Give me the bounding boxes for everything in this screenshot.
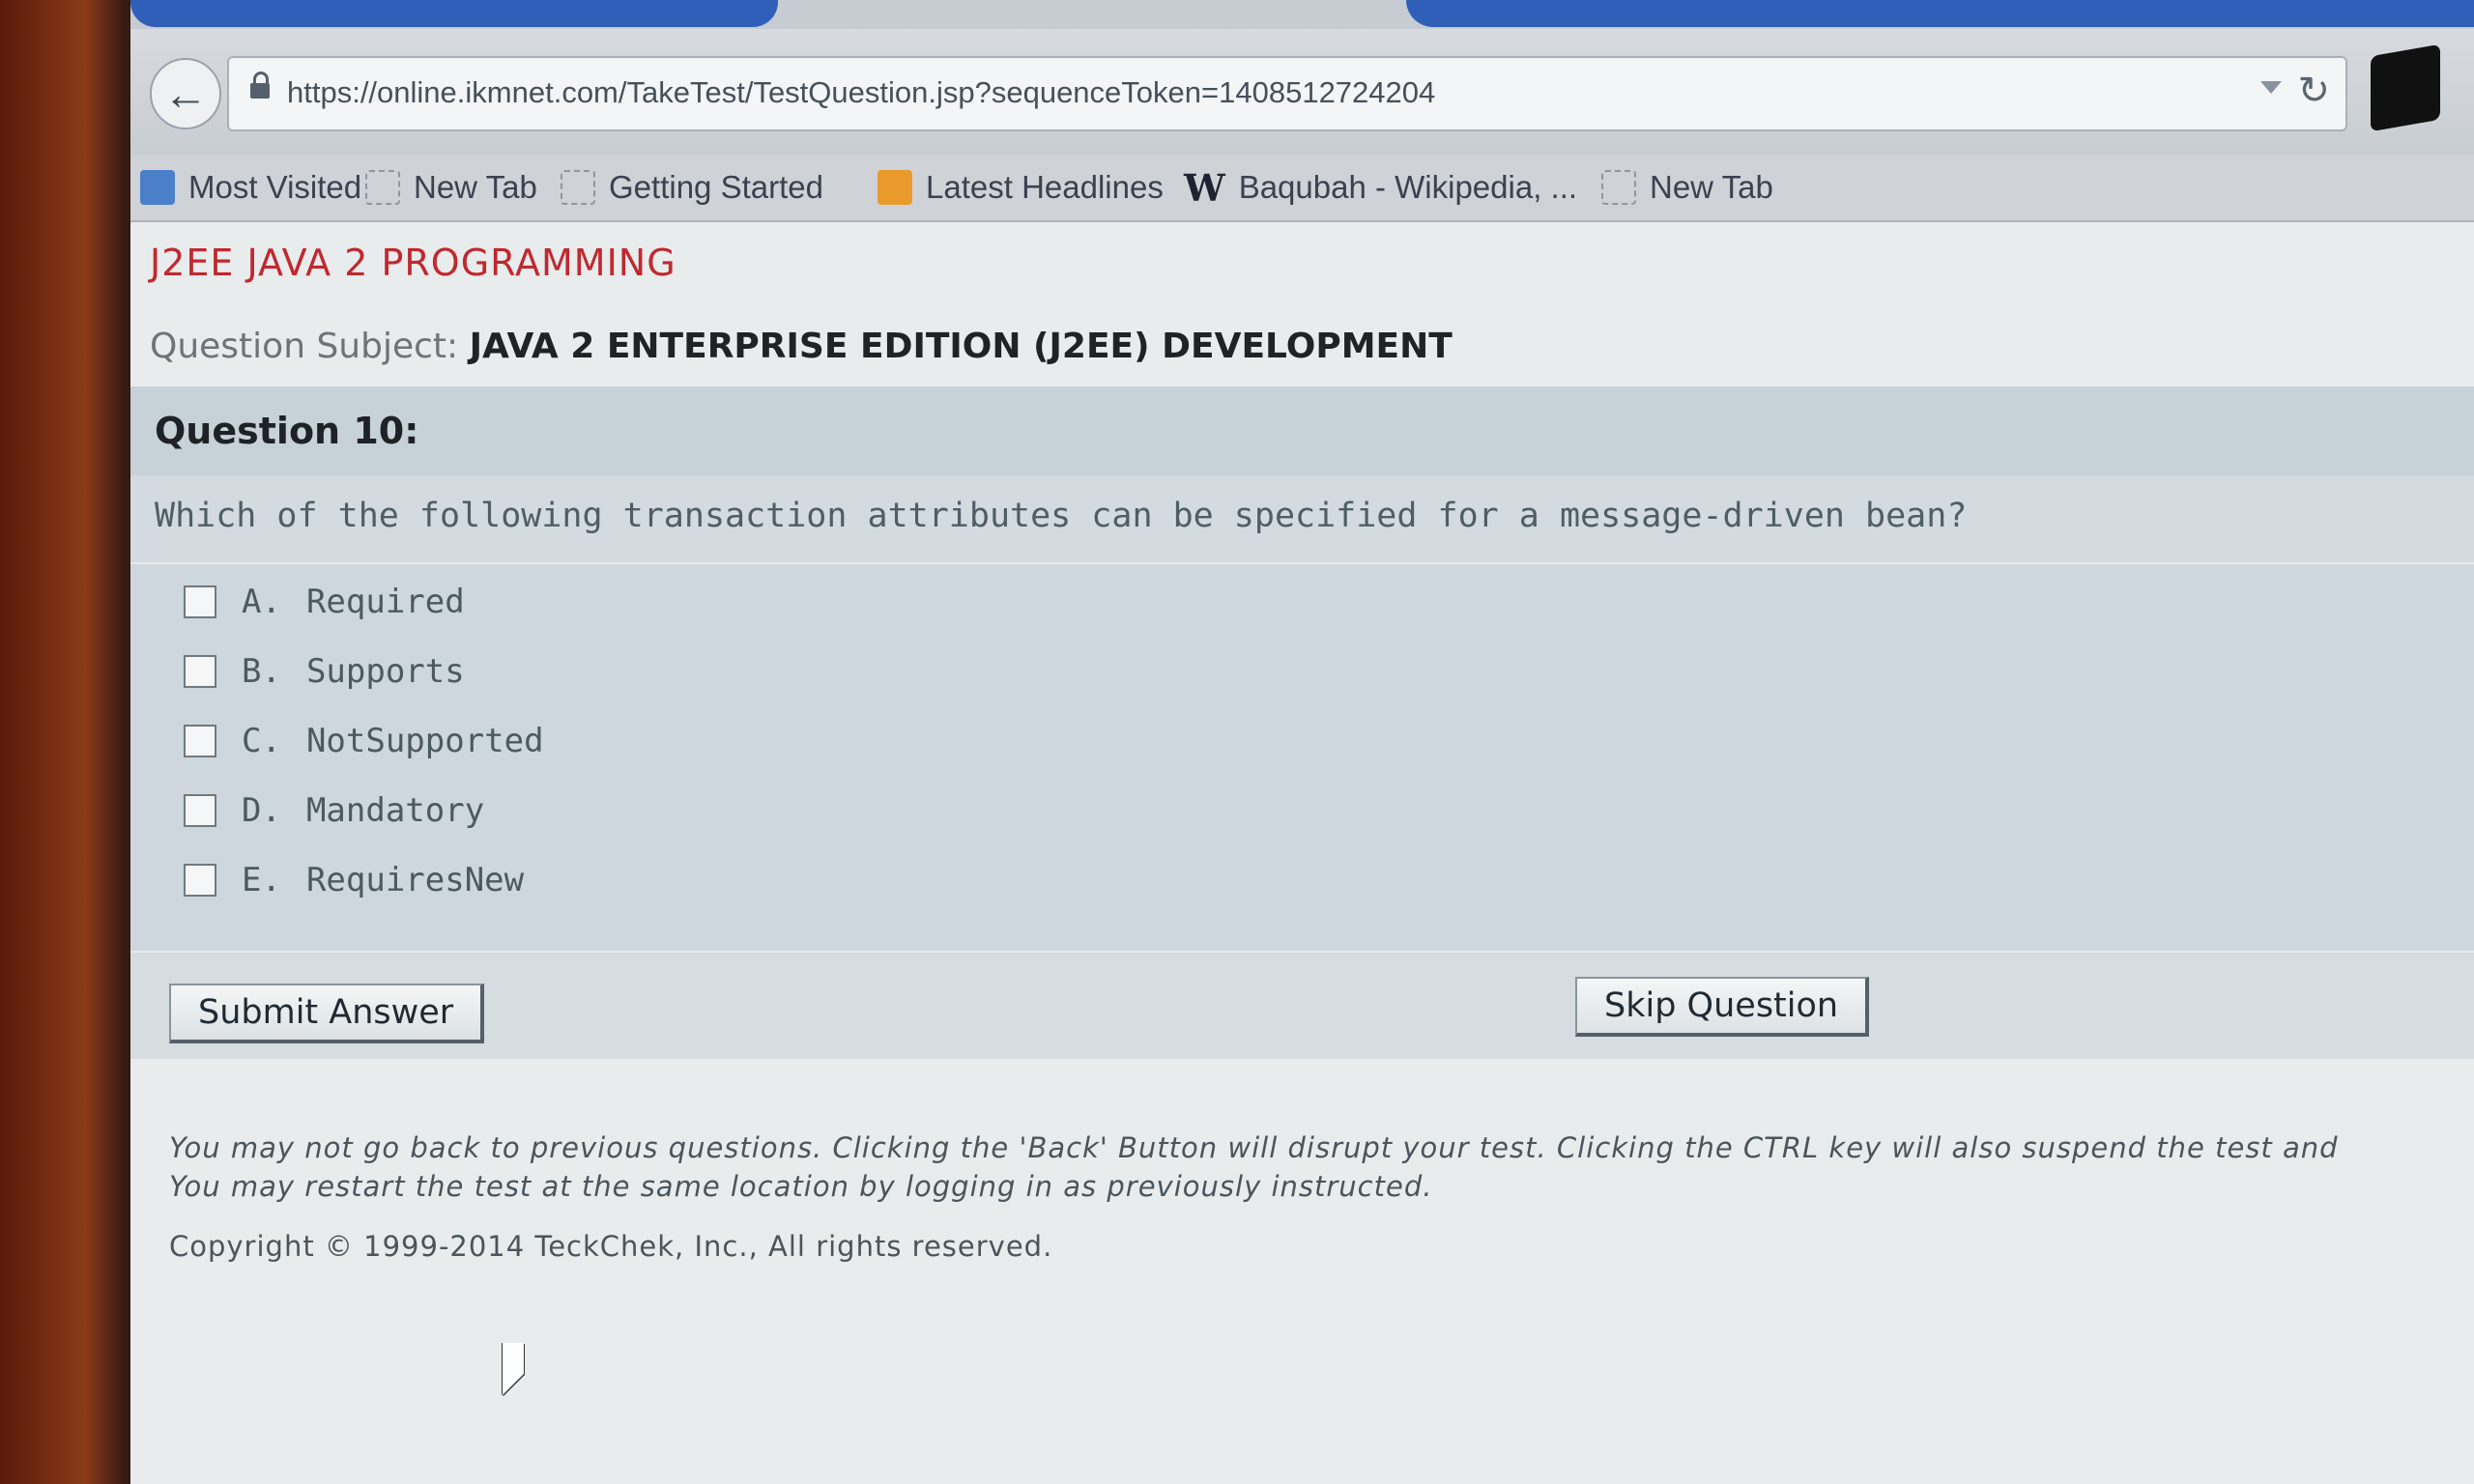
- bookmarks-toolbar: Most Visited New Tab Getting Started Lat…: [130, 155, 2474, 222]
- subject-label: Question Subject:: [150, 327, 459, 366]
- bookmark-label: New Tab: [414, 169, 537, 205]
- option-b-checkbox[interactable]: [184, 655, 216, 688]
- copyright-notice: Copyright © 1999-2014 TeckChek, Inc., Al…: [169, 1230, 1053, 1263]
- bookmark-most-visited[interactable]: Most Visited: [140, 166, 361, 209]
- blank-page-icon: [1601, 170, 1636, 205]
- answer-options: A. Required B. Supports C. NotSupported …: [130, 564, 2474, 953]
- instructions-line-2: You may restart the test at the same loc…: [169, 1170, 1433, 1203]
- option-text: Supports: [305, 652, 465, 691]
- back-button[interactable]: ←: [150, 58, 221, 129]
- wikipedia-icon: W: [1184, 165, 1225, 210]
- bookmark-latest-headlines[interactable]: Latest Headlines: [877, 166, 1164, 209]
- bookmark-getting-started[interactable]: Getting Started: [561, 166, 823, 209]
- rss-icon: [877, 170, 912, 205]
- option-letter: C.: [242, 722, 281, 760]
- option-d-checkbox[interactable]: [184, 794, 216, 827]
- option-c-checkbox[interactable]: [184, 725, 216, 757]
- blank-page-icon: [561, 170, 595, 205]
- bookmark-new-tab-2[interactable]: New Tab: [1601, 166, 1773, 209]
- blank-page-icon: [365, 170, 400, 205]
- option-text: Required: [305, 583, 465, 621]
- skip-question-button[interactable]: Skip Question: [1575, 977, 1870, 1037]
- bookmark-label: New Tab: [1650, 169, 1773, 205]
- navigation-bar: ← https://online.ikmnet.com/TakeTest/Tes…: [130, 29, 2474, 155]
- dropdown-arrow-icon[interactable]: [2260, 81, 2282, 94]
- option-letter: E.: [242, 861, 281, 899]
- option-text: NotSupported: [305, 722, 544, 760]
- option-letter: A.: [242, 583, 281, 621]
- instructions-line-1: You may not go back to previous question…: [169, 1131, 2339, 1164]
- browser-tab-right[interactable]: [1406, 0, 2474, 27]
- question-subject: Question Subject: JAVA 2 ENTERPRISE EDIT…: [150, 327, 1453, 366]
- bookmark-baqubah-wikipedia[interactable]: W Baqubah - Wikipedia, ...: [1184, 165, 1578, 210]
- reload-icon[interactable]: ↻: [2297, 71, 2330, 110]
- url-text[interactable]: https://online.ikmnet.com/TakeTest/TestQ…: [287, 75, 1435, 110]
- option-a[interactable]: A. Required: [184, 578, 465, 626]
- test-page: J2EE JAVA 2 PROGRAMMING Question Subject…: [130, 222, 2474, 1484]
- option-e-checkbox[interactable]: [184, 864, 216, 897]
- most-visited-icon: [140, 170, 175, 205]
- tab-strip: [130, 0, 2474, 29]
- option-letter: B.: [242, 652, 281, 691]
- subject-value: JAVA 2 ENTERPRISE EDITION (J2EE) DEVELOP…: [469, 327, 1453, 366]
- lock-icon: [250, 71, 270, 99]
- bookmark-label: Most Visited: [188, 169, 362, 205]
- submit-answer-button[interactable]: Submit Answer: [169, 984, 485, 1043]
- option-c[interactable]: C. NotSupported: [184, 717, 544, 765]
- question-text-row: Which of the following transaction attri…: [130, 475, 2474, 564]
- option-d[interactable]: D. Mandatory: [184, 786, 484, 835]
- back-arrow-icon: ←: [163, 69, 208, 119]
- bookmark-label: Latest Headlines: [926, 169, 1164, 205]
- test-instructions: You may not go back to previous question…: [169, 1128, 2339, 1206]
- course-title: J2EE JAVA 2 PROGRAMMING: [150, 242, 676, 284]
- bookmark-label: Getting Started: [609, 169, 823, 205]
- option-text: Mandatory: [305, 791, 485, 830]
- browser-window: ← https://online.ikmnet.com/TakeTest/Tes…: [130, 0, 2474, 1484]
- question-text: Which of the following transaction attri…: [155, 497, 1968, 535]
- option-a-checkbox[interactable]: [184, 585, 216, 618]
- address-bar[interactable]: https://online.ikmnet.com/TakeTest/TestQ…: [227, 56, 2347, 131]
- question-number: Question 10:: [155, 410, 419, 452]
- option-text: RequiresNew: [305, 861, 525, 899]
- toolbar-extension-icon[interactable]: [2371, 43, 2440, 132]
- mouse-cursor-icon: [503, 1343, 524, 1395]
- option-b[interactable]: B. Supports: [184, 647, 465, 696]
- option-e[interactable]: E. RequiresNew: [184, 856, 524, 904]
- option-letter: D.: [242, 791, 281, 830]
- browser-tab-left[interactable]: [130, 0, 778, 27]
- bookmark-new-tab[interactable]: New Tab: [365, 166, 537, 209]
- bookmark-label: Baqubah - Wikipedia, ...: [1238, 169, 1578, 205]
- question-header: Question 10:: [130, 386, 2474, 477]
